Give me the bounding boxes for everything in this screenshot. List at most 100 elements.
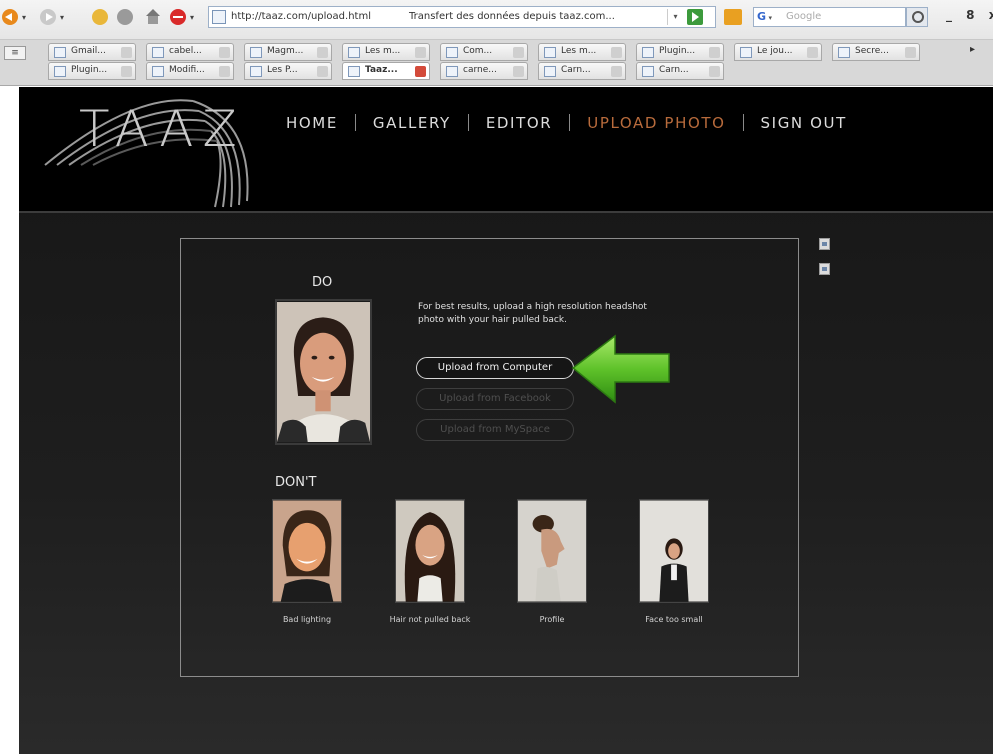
tab-favicon-icon	[250, 66, 262, 77]
browser-tab[interactable]: Le jou...	[734, 43, 822, 61]
browser-tab-label: Plugin...	[71, 65, 108, 75]
window-controls[interactable]: _ 8 x	[946, 8, 993, 22]
face-too-small-example-photo	[639, 499, 709, 603]
browser-tab[interactable]: Carn...	[538, 62, 626, 80]
close-tab-icon[interactable]	[317, 66, 328, 77]
tab-favicon-icon	[642, 47, 654, 58]
nav-home[interactable]: HOME	[286, 114, 338, 132]
reload-icon[interactable]	[92, 9, 108, 25]
browser-tab[interactable]: Modifi...	[146, 62, 234, 80]
site-header: TAAZ HOME GALLERY EDITOR UPLOAD PHOTO SIGN O…	[19, 87, 993, 213]
tab-favicon-icon	[348, 66, 360, 77]
browser-tab[interactable]: Les m...	[342, 43, 430, 61]
search-engine-selector[interactable]: G ▾	[753, 7, 783, 27]
tab-favicon-icon	[446, 66, 458, 77]
close-tab-icon[interactable]	[415, 47, 426, 58]
browser-tab[interactable]: Les m...	[538, 43, 626, 61]
tab-favicon-icon	[740, 47, 752, 58]
search-icon[interactable]	[906, 7, 928, 27]
browser-tab[interactable]: Plugin...	[48, 62, 136, 80]
do-heading: DO	[312, 275, 333, 290]
upload-from-myspace-button[interactable]: Upload from MySpace	[416, 419, 574, 441]
back-arrow-icon[interactable]	[2, 9, 18, 25]
browser-tab[interactable]: Com...	[440, 43, 528, 61]
upload-from-computer-button[interactable]: Upload from Computer	[416, 357, 574, 379]
block-icon[interactable]	[170, 9, 186, 25]
tab-favicon-icon	[642, 66, 654, 77]
browser-tab[interactable]: carne...	[440, 62, 528, 80]
go-arrow-icon[interactable]	[687, 9, 703, 25]
browser-tab-label: Gmail...	[71, 46, 106, 56]
bookmark-folder-icon[interactable]	[724, 9, 742, 25]
upload-instructions: For best results, upload a high resoluti…	[418, 302, 647, 325]
good-example-photo	[275, 299, 372, 445]
nav-divider	[742, 114, 744, 131]
tab-strip: ≡ Gmail... cabel... Magm... Les m... Com... L…	[0, 40, 993, 86]
tab-list-icon[interactable]: ≡	[4, 46, 26, 60]
url-history-chevron-icon[interactable]: ▾	[667, 9, 683, 25]
browser-tab-label: Secre...	[855, 46, 889, 56]
close-tab-icon[interactable]	[219, 47, 230, 58]
browser-tab[interactable]: Gmail...	[48, 43, 136, 61]
nav-divider	[354, 114, 356, 131]
browser-tab-label: Modifi...	[169, 65, 205, 75]
tab-favicon-icon	[348, 47, 360, 58]
main-nav: HOME GALLERY EDITOR UPLOAD PHOTO SIGN OUT	[286, 114, 847, 134]
upload-from-facebook-button[interactable]: Upload from Facebook	[416, 388, 574, 410]
close-tab-icon[interactable]	[121, 47, 132, 58]
close-tab-icon[interactable]	[611, 47, 622, 58]
forward-arrow-icon[interactable]	[40, 9, 56, 25]
bad-lighting-caption: Bad lighting	[282, 615, 332, 624]
browser-tab[interactable]: Taaz...	[342, 62, 430, 80]
tab-favicon-icon	[152, 47, 164, 58]
hair-not-pulled-back-caption: Hair not pulled back	[389, 615, 471, 624]
close-tab-icon[interactable]	[513, 47, 524, 58]
stop-icon[interactable]	[117, 9, 133, 25]
loading-status-text: Transfert des données depuis taaz.com...	[409, 11, 615, 22]
url-text[interactable]: http://taaz.com/upload.html	[231, 11, 371, 22]
browser-tab[interactable]: Magm...	[244, 43, 332, 61]
close-tab-icon[interactable]	[219, 66, 230, 77]
browser-tab[interactable]: Les P...	[244, 62, 332, 80]
close-tab-icon[interactable]	[709, 47, 720, 58]
nav-divider	[569, 114, 571, 131]
browser-tab[interactable]: Secre...	[832, 43, 920, 61]
tab-favicon-icon	[152, 66, 164, 77]
page-favicon-icon	[212, 10, 226, 24]
home-icon[interactable]	[145, 9, 161, 25]
browser-tab-label: Les P...	[267, 65, 298, 75]
close-tab-icon[interactable]	[121, 66, 132, 77]
tab-favicon-icon	[250, 47, 262, 58]
close-tab-icon[interactable]	[415, 66, 426, 77]
back-history-chevron-icon[interactable]: ▾	[22, 13, 26, 22]
face-too-small-caption: Face too small	[645, 615, 703, 624]
profile-caption: Profile	[539, 615, 565, 624]
address-bar[interactable]: http://taaz.com/upload.html Transfert de…	[208, 6, 716, 28]
nav-editor[interactable]: EDITOR	[486, 114, 552, 132]
close-tab-icon[interactable]	[905, 47, 916, 58]
dont-heading: DON'T	[275, 475, 317, 490]
web-page: TAAZ HOME GALLERY EDITOR UPLOAD PHOTO SIGN O…	[19, 87, 993, 754]
nav-divider	[467, 114, 469, 131]
browser-tab[interactable]: Carn...	[636, 62, 724, 80]
tab-favicon-icon	[544, 47, 556, 58]
browser-tab-label: Plugin...	[659, 46, 696, 56]
forward-history-chevron-icon[interactable]: ▾	[60, 13, 64, 22]
close-tab-icon[interactable]	[807, 47, 818, 58]
close-tab-icon[interactable]	[709, 66, 720, 77]
browser-toolbar: ▾ ▾ ▾ http://taaz.com/upload.html Transf…	[0, 0, 993, 40]
browser-tab-label: Carn...	[561, 65, 591, 75]
search-input[interactable]: Google	[782, 7, 906, 27]
close-tab-icon[interactable]	[513, 66, 524, 77]
close-tab-icon[interactable]	[317, 47, 328, 58]
pointer-arrow-icon	[571, 334, 670, 404]
close-tab-icon[interactable]	[611, 66, 622, 77]
block-menu-chevron-icon[interactable]: ▾	[190, 13, 194, 22]
nav-upload-photo[interactable]: UPLOAD PHOTO	[587, 114, 725, 132]
nav-gallery[interactable]: GALLERY	[373, 114, 451, 132]
tab-scroll-right-icon[interactable]: ▸	[970, 44, 975, 55]
browser-tab[interactable]: cabel...	[146, 43, 234, 61]
nav-sign-out[interactable]: SIGN OUT	[761, 114, 847, 132]
browser-tab[interactable]: Plugin...	[636, 43, 724, 61]
browser-tab-label: carne...	[463, 65, 497, 75]
